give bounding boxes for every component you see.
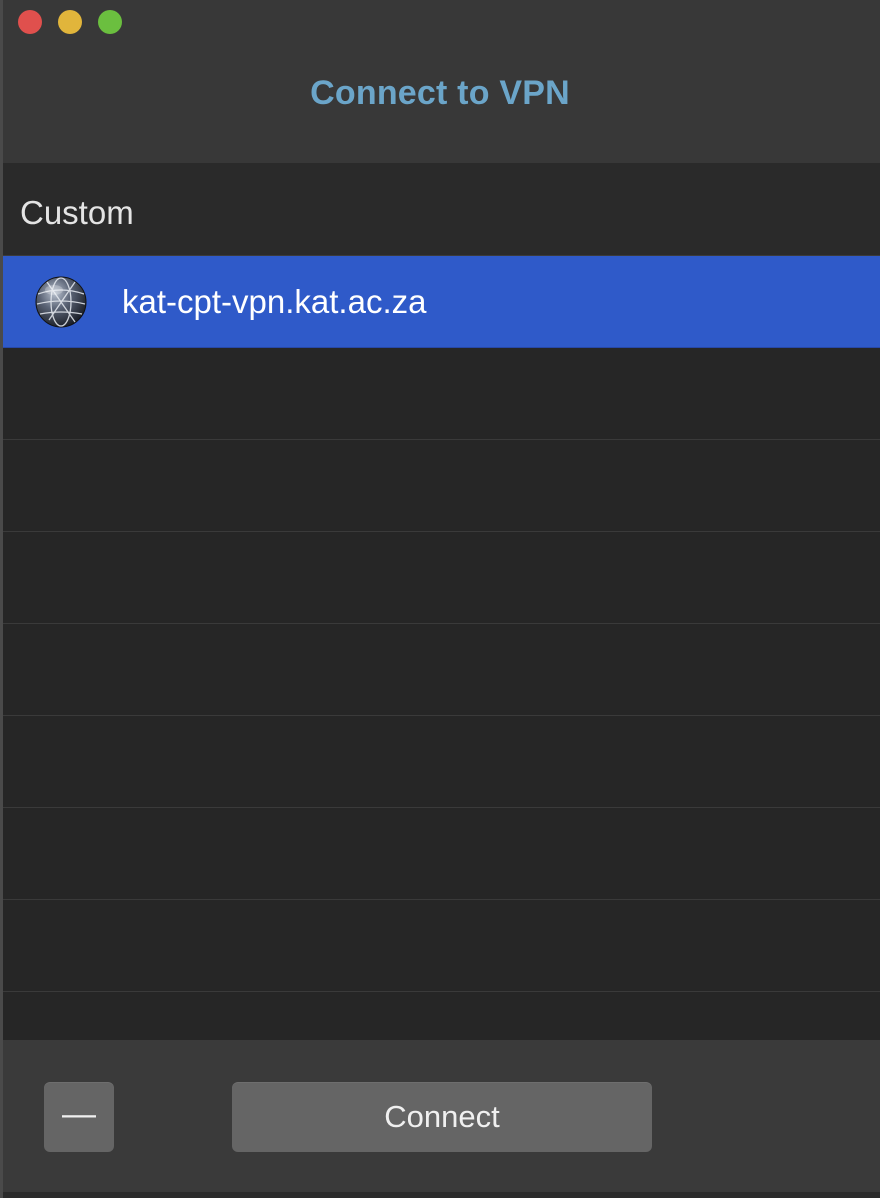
list-row-empty bbox=[3, 532, 880, 624]
vpn-connect-window: Connect to VPN Custom kat-cpt-vpn.kat.ac… bbox=[0, 0, 880, 1198]
footer-toolbar: — Connect bbox=[0, 1040, 880, 1198]
minimize-window-button[interactable] bbox=[58, 10, 82, 34]
list-row-empty bbox=[3, 348, 880, 440]
title-bar: Connect to VPN bbox=[0, 0, 880, 163]
vpn-list: Custom kat-cpt-vpn.kat.ac.za bbox=[3, 163, 880, 1040]
list-row-empty bbox=[3, 624, 880, 716]
list-row-empty bbox=[3, 900, 880, 992]
vpn-item-label: kat-cpt-vpn.kat.ac.za bbox=[122, 283, 427, 320]
section-header-custom: Custom bbox=[3, 163, 880, 256]
list-row-empty bbox=[3, 716, 880, 808]
window-title: Connect to VPN bbox=[310, 74, 570, 112]
connect-button[interactable]: Connect bbox=[232, 1082, 652, 1152]
section-header-label: Custom bbox=[20, 194, 134, 231]
zoom-window-button[interactable] bbox=[98, 10, 122, 34]
list-item-vpn[interactable]: kat-cpt-vpn.kat.ac.za bbox=[3, 256, 880, 348]
window-bottom-edge bbox=[0, 1192, 880, 1198]
list-row-empty bbox=[3, 808, 880, 900]
close-window-button[interactable] bbox=[18, 10, 42, 34]
network-globe-icon bbox=[35, 276, 87, 328]
remove-vpn-button[interactable]: — bbox=[44, 1082, 114, 1152]
list-row-empty bbox=[3, 440, 880, 532]
